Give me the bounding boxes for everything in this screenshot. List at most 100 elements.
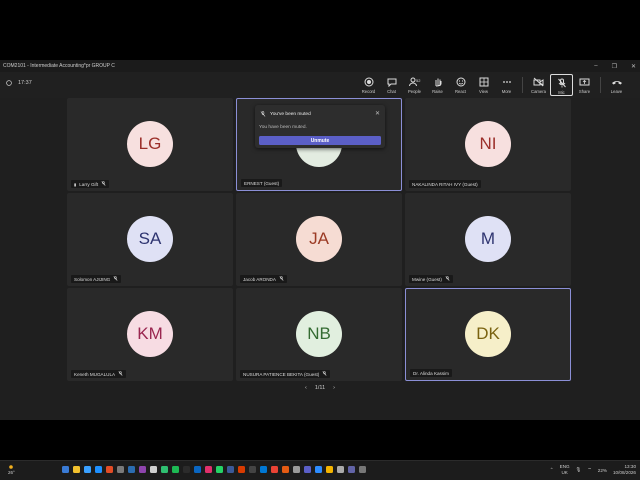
- taskbar-app-icon[interactable]: [194, 466, 201, 473]
- battery-level[interactable]: 22%: [598, 468, 607, 473]
- minimize-button[interactable]: –: [594, 63, 597, 69]
- toolbar-divider-2: [600, 77, 601, 93]
- taskbar-app-icon[interactable]: [106, 466, 113, 473]
- people-label: People: [407, 89, 422, 94]
- toast-message: You have been muted.: [259, 125, 307, 130]
- toast-title: You've been muted: [270, 111, 311, 117]
- taskbar-app-icon[interactable]: [205, 466, 212, 473]
- maximize-button[interactable]: ❐: [612, 63, 617, 70]
- taskbar-app-icon[interactable]: [359, 466, 366, 473]
- taskbar-app-icon[interactable]: [216, 466, 223, 473]
- share-button[interactable]: Share: [573, 74, 596, 96]
- clock[interactable]: 13:30 10/08/2026: [613, 464, 636, 476]
- taskbar-app-icon[interactable]: [139, 466, 146, 473]
- participant-name-bar: Jacob ARONDA: [240, 275, 287, 283]
- weather-widget[interactable]: 26°: [8, 464, 15, 475]
- taskbar-app-icon[interactable]: [95, 466, 102, 473]
- taskbar-app-icon[interactable]: [117, 466, 124, 473]
- mic-muted-icon: [260, 111, 266, 117]
- participant-tile[interactable]: NB NUSURA PATIENCE BEKITA (Guest): [236, 288, 402, 381]
- taskbar-app-icon[interactable]: [271, 466, 278, 473]
- close-window-button[interactable]: ✕: [631, 63, 636, 70]
- mic-muted-icon: [445, 276, 450, 282]
- participant-tile[interactable]: DK Dr. Alinda Kassim: [405, 288, 571, 381]
- participant-name: Dr. Alinda Kassim: [413, 370, 449, 376]
- participant-tile[interactable]: KM Keneth MUGALULA: [67, 288, 233, 381]
- view-label: View: [478, 89, 488, 94]
- microphone-icon[interactable]: 🎙: [576, 467, 582, 473]
- signal-icon: ▮: [74, 181, 77, 187]
- more-icon: [501, 76, 513, 87]
- window-title: COM2101 - Intermediate Accounting*pr GRO…: [3, 63, 115, 69]
- toast-header: You've been muted: [260, 111, 311, 117]
- mic-button[interactable]: Mic: [550, 74, 573, 96]
- mic-muted-icon: [118, 371, 123, 377]
- taskbar-app-icon[interactable]: [227, 466, 234, 473]
- chat-label: Chat: [387, 89, 396, 94]
- view-button[interactable]: View: [472, 74, 495, 96]
- record-button[interactable]: Record: [357, 74, 380, 96]
- toast-close-button[interactable]: ✕: [375, 110, 380, 117]
- more-button[interactable]: More: [495, 74, 518, 96]
- toolbar-divider: [522, 77, 523, 93]
- taskbar-app-icon[interactable]: [150, 466, 157, 473]
- taskbar-app-icon[interactable]: [238, 466, 245, 473]
- participant-tile[interactable]: NI NAKALINDA RITAH IVY (Guest): [405, 98, 571, 191]
- unmute-button[interactable]: Unmute: [259, 136, 381, 145]
- next-page-button[interactable]: ›: [333, 385, 335, 391]
- taskbar-app-icon[interactable]: [249, 466, 256, 473]
- language-indicator[interactable]: ENG UK: [560, 464, 570, 476]
- prev-page-button[interactable]: ‹: [305, 385, 307, 391]
- mic-muted-icon: [101, 181, 106, 187]
- clock-date: 10/08/2026: [613, 470, 636, 475]
- participant-name: Larry Gift: [79, 181, 99, 187]
- leave-button[interactable]: Leave: [605, 74, 628, 96]
- taskbar-app-icon[interactable]: [62, 466, 69, 473]
- chevron-up-icon[interactable]: ⌃: [550, 467, 554, 473]
- taskbar-app-icon[interactable]: [293, 466, 300, 473]
- mic-label: Mic: [558, 90, 565, 95]
- taskbar-app-icon[interactable]: [84, 466, 91, 473]
- taskbar-app-icon[interactable]: [326, 466, 333, 473]
- participant-avatar: M: [465, 215, 511, 262]
- participant-name: Jacob ARONDA: [243, 276, 276, 282]
- shield-icon: [6, 80, 12, 86]
- raise-hand-icon: [432, 76, 444, 87]
- taskbar-app-icon[interactable]: [348, 466, 355, 473]
- participant-avatar: NB: [296, 310, 342, 357]
- people-button[interactable]: 52 People: [403, 74, 426, 96]
- temperature: 26°: [8, 470, 15, 475]
- react-icon: [455, 76, 467, 87]
- participant-name: Solomon AJIJING: [74, 276, 111, 282]
- taskbar-app-icon[interactable]: [337, 466, 344, 473]
- wifi-icon[interactable]: ⌔: [587, 467, 591, 473]
- taskbar-app-icon[interactable]: [260, 466, 267, 473]
- camera-label: Camera: [531, 89, 546, 94]
- toolbar-tools: Record Chat 52 People Raise React View M…: [357, 74, 628, 98]
- taskbar-apps: [62, 466, 366, 473]
- mic-muted-icon: [279, 276, 284, 282]
- participant-tile[interactable]: M Mwine (Guest): [405, 193, 571, 286]
- taskbar-app-icon[interactable]: [282, 466, 289, 473]
- taskbar-app-icon[interactable]: [304, 466, 311, 473]
- record-icon: [363, 76, 375, 87]
- participant-tile[interactable]: SA Solomon AJIJING: [67, 193, 233, 286]
- taskbar-app-icon[interactable]: [315, 466, 322, 473]
- taskbar-app-icon[interactable]: [161, 466, 168, 473]
- taskbar-app-icon[interactable]: [183, 466, 190, 473]
- taskbar-app-icon[interactable]: [172, 466, 179, 473]
- participant-name-bar: Keneth MUGALULA: [71, 370, 127, 378]
- view-icon: [478, 76, 490, 87]
- camera-button[interactable]: Camera: [527, 74, 550, 96]
- record-label: Record: [361, 89, 376, 94]
- screen: COM2101 - Intermediate Accounting*pr GRO…: [0, 60, 640, 480]
- raise-hand-button[interactable]: Raise: [426, 74, 449, 96]
- muted-notification: You've been muted ✕ You have been muted.…: [255, 105, 385, 148]
- react-button[interactable]: React: [449, 74, 472, 96]
- participant-tile[interactable]: JA Jacob ARONDA: [236, 193, 402, 286]
- participant-tile[interactable]: LG ▮ Larry Gift: [67, 98, 233, 191]
- chat-button[interactable]: Chat: [380, 74, 403, 96]
- mic-off-icon: [556, 77, 568, 88]
- taskbar-app-icon[interactable]: [128, 466, 135, 473]
- taskbar-app-icon[interactable]: [73, 466, 80, 473]
